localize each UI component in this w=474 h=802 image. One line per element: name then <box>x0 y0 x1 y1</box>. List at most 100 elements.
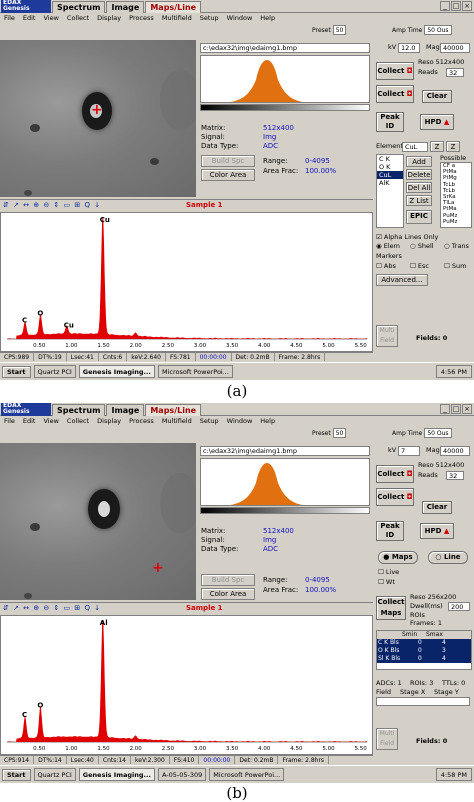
sum-checkbox[interactable]: ☐ Sum <box>444 262 466 271</box>
collect-area-button[interactable]: Collect ◘ <box>376 488 414 506</box>
collect-image-button[interactable]: Collect ◘ <box>376 62 414 80</box>
sem-image[interactable]: + <box>0 40 196 197</box>
alpha-lines-checkbox[interactable]: ☑ Alpha Lines Only <box>376 233 438 242</box>
peak-id-button[interactable]: Peak ID <box>376 112 404 132</box>
menu-window[interactable]: Window <box>223 416 257 426</box>
mag-input[interactable]: 40000 <box>440 43 470 53</box>
menu-collect[interactable]: Collect <box>63 13 93 23</box>
z-up-button[interactable]: Z <box>430 141 444 152</box>
clear-button[interactable]: Clear <box>422 501 452 514</box>
taskbar-item[interactable]: A-05-05-309 <box>157 768 207 781</box>
list-item[interactable]: C K <box>377 155 403 163</box>
menu-file[interactable]: File <box>0 13 19 23</box>
color-area-button[interactable]: Color Area <box>201 169 255 181</box>
taskbar-item[interactable]: Microsoft PowerPoi... <box>157 365 233 378</box>
menu-multifield[interactable]: Multifield <box>158 13 196 23</box>
live-checkbox[interactable]: ☐ Live <box>378 568 399 577</box>
list-item[interactable]: AlK <box>377 179 403 187</box>
maximize-icon[interactable]: □ <box>451 1 461 11</box>
menu-display[interactable]: Display <box>93 13 125 23</box>
menu-display[interactable]: Display <box>93 416 125 426</box>
taskbar-item[interactable]: Quartz PCI <box>33 768 76 781</box>
hpd-button[interactable]: HPD ▲ <box>420 114 454 130</box>
multi-field-button[interactable]: Multi Field <box>376 728 398 750</box>
list-item[interactable]: CuL <box>377 171 403 179</box>
list-item[interactable]: O K <box>377 163 403 171</box>
tab-image[interactable]: Image <box>106 404 145 416</box>
close-icon[interactable]: × <box>462 404 472 414</box>
collect-area-button[interactable]: Collect ◘ <box>376 85 414 103</box>
kv-input[interactable]: 12.0 <box>398 43 420 53</box>
field-input[interactable] <box>376 697 470 706</box>
start-button[interactable]: Start <box>2 768 31 781</box>
spectrum-tool-icons[interactable]: ⇵ ↗ ↔ ⊕ ⊖ ⇕ ▭ ⊞ Q ↓ <box>3 603 101 614</box>
preset-input[interactable]: 50 <box>332 25 347 35</box>
wt-checkbox[interactable]: ☐ Wt <box>378 578 395 587</box>
maps-radio[interactable]: ● Maps <box>378 551 418 564</box>
spectrum-chart[interactable]: C O Cu Cu 0.50 1.00 1.50 2.00 2.50 3.00 3.50 4.00 4.… <box>0 212 373 352</box>
menu-multifield[interactable]: Multifield <box>158 416 196 426</box>
possible-list[interactable]: CF a PtMa PtMg TcLb TcLb SrKa TlLa PtMa … <box>440 162 472 228</box>
minimize-icon[interactable]: _ <box>440 1 450 11</box>
shell-radio[interactable]: ○ Shell <box>410 242 434 251</box>
tab-image[interactable]: Image <box>106 1 145 13</box>
menu-help[interactable]: Help <box>256 13 279 23</box>
menu-process[interactable]: Process <box>125 416 158 426</box>
taskbar-item[interactable]: Genesis Imaging... <box>78 365 155 378</box>
line-radio[interactable]: ○ Line <box>428 551 468 564</box>
mag-input[interactable]: 40000 <box>440 446 470 456</box>
color-area-button[interactable]: Color Area <box>201 588 255 600</box>
maximize-icon[interactable]: □ <box>451 404 461 414</box>
taskbar-item[interactable]: Genesis Imaging... <box>78 768 155 781</box>
clear-button[interactable]: Clear <box>422 90 452 103</box>
menu-setup[interactable]: Setup <box>196 13 223 23</box>
epic-button[interactable]: EPIC <box>406 210 432 224</box>
preset-input[interactable]: 50 <box>332 428 347 438</box>
abs-checkbox[interactable]: ☐ Abs <box>376 262 396 271</box>
sem-image[interactable]: + <box>0 443 196 600</box>
collect-image-button[interactable]: Collect ◘ <box>376 465 414 483</box>
tab-spectrum[interactable]: Spectrum <box>52 404 106 416</box>
menu-collect[interactable]: Collect <box>63 416 93 426</box>
spectrum-tool-icons[interactable]: ⇵ ↗ ↔ ⊕ ⊖ ⇕ ▭ ⊞ Q ↓ <box>3 200 101 211</box>
roi-table[interactable]: Smin Smax C K Bls 0 4 O K Bls 0 3 Sl K Bls 0 4 <box>376 630 472 670</box>
menu-process[interactable]: Process <box>125 13 158 23</box>
build-spc-button[interactable]: Build Spc <box>201 574 255 586</box>
delete-all-button[interactable]: Del All <box>406 182 432 193</box>
minimize-icon[interactable]: _ <box>440 404 450 414</box>
menu-edit[interactable]: Edit <box>19 13 40 23</box>
close-icon[interactable]: × <box>462 1 472 11</box>
menu-view[interactable]: View <box>39 13 62 23</box>
table-row[interactable]: O K Bls 0 3 <box>377 647 471 655</box>
tab-maps-line[interactable]: Maps/Line <box>145 404 202 416</box>
tab-maps-line[interactable]: Maps/Line <box>145 1 202 13</box>
menu-setup[interactable]: Setup <box>196 416 223 426</box>
menu-window[interactable]: Window <box>223 13 257 23</box>
add-button[interactable]: Add <box>406 156 432 167</box>
menu-file[interactable]: File <box>0 416 19 426</box>
element-list[interactable]: C K O K CuL AlK <box>376 154 404 228</box>
reads-input[interactable]: 32 <box>446 471 464 480</box>
z-down-button[interactable]: Z <box>446 141 460 152</box>
element-input[interactable]: CuL <box>402 142 428 152</box>
advanced-button[interactable]: Advanced... <box>376 274 428 286</box>
menu-edit[interactable]: Edit <box>19 416 40 426</box>
amp-time-select[interactable]: 50 Ous <box>424 25 452 35</box>
menu-view[interactable]: View <box>39 416 62 426</box>
menu-help[interactable]: Help <box>256 416 279 426</box>
start-button[interactable]: Start <box>2 365 31 378</box>
tab-spectrum[interactable]: Spectrum <box>52 1 106 13</box>
taskbar-item[interactable]: Quartz PCI <box>33 365 76 378</box>
table-row[interactable]: Sl K Bls 0 4 <box>377 655 471 663</box>
multi-field-button[interactable]: Multi Field <box>376 325 398 347</box>
z-list-button[interactable]: Z List <box>406 195 432 206</box>
collect-maps-button[interactable]: Collect Maps <box>376 596 406 620</box>
dwell-input[interactable]: 200 <box>448 602 470 611</box>
elem-radio[interactable]: ◉ Elem <box>376 242 400 251</box>
table-row[interactable]: C K Bls 0 4 <box>377 639 471 647</box>
kv-input[interactable]: 7 <box>398 446 420 456</box>
taskbar-item[interactable]: Microsoft PowerPoi... <box>209 768 285 781</box>
trans-radio[interactable]: ○ Trans <box>444 242 469 251</box>
peak-id-button[interactable]: Peak ID <box>376 521 404 541</box>
reads-input[interactable]: 32 <box>446 68 464 77</box>
